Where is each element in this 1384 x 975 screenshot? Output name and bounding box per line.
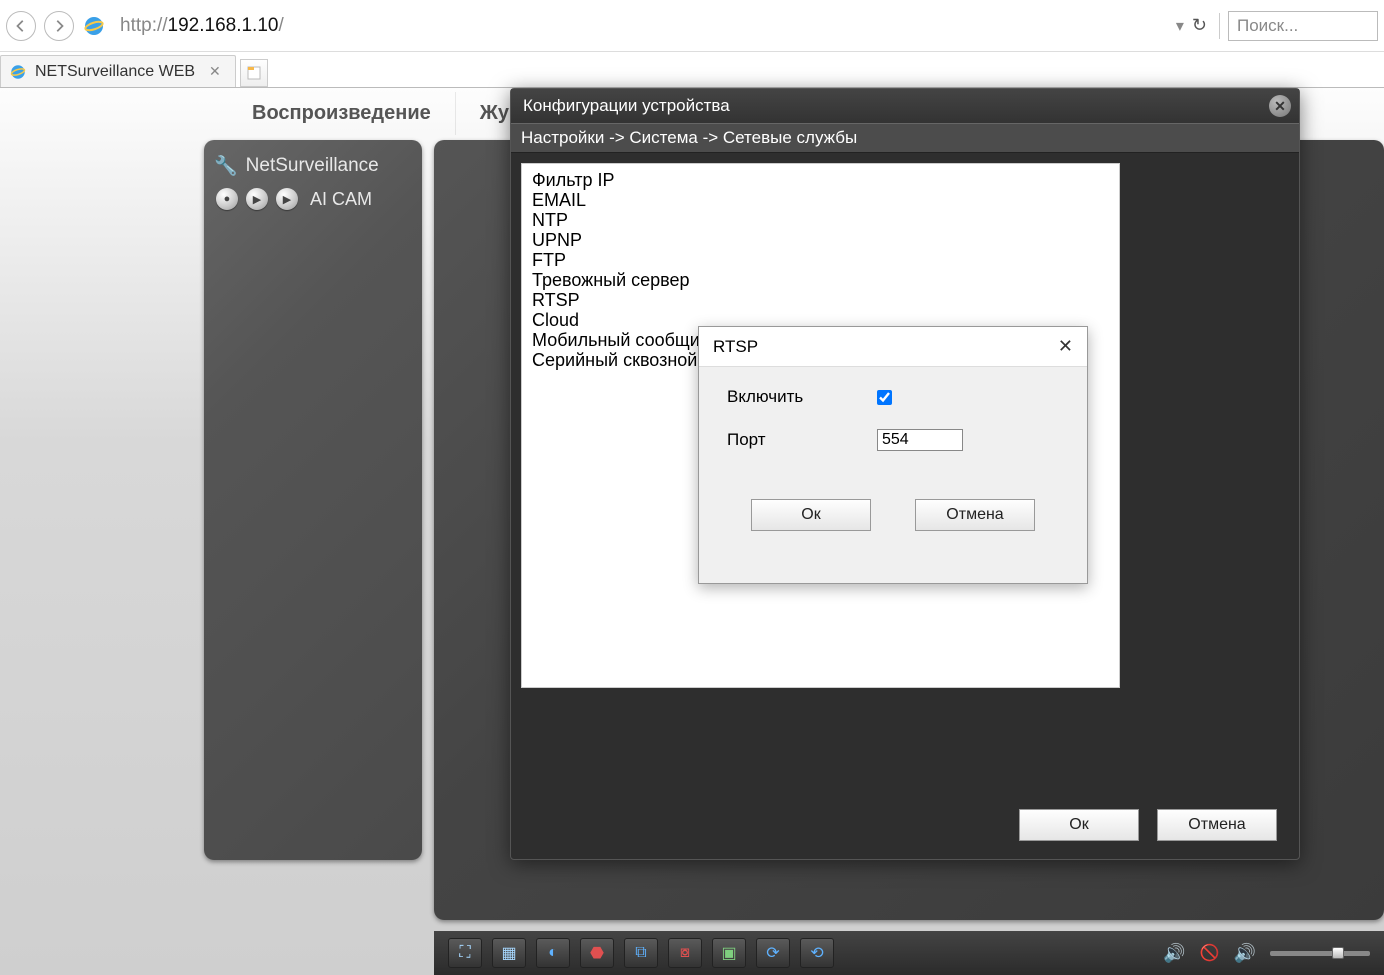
modal-titlebar[interactable]: Конфигурации устройства ✕ bbox=[511, 89, 1299, 123]
fullscreen-icon[interactable]: ⛶ bbox=[448, 938, 482, 968]
url-scheme: http:// bbox=[120, 15, 168, 37]
url-host: 192.168.1.10 bbox=[168, 15, 279, 37]
address-bar[interactable]: http://192.168.1.10/ bbox=[114, 11, 1168, 41]
ie-icon bbox=[82, 14, 106, 38]
service-item[interactable]: UPNP bbox=[532, 230, 1109, 250]
stop-tool-icon[interactable]: ⧇ bbox=[668, 938, 702, 968]
enable-checkbox[interactable] bbox=[877, 390, 892, 405]
camera-row[interactable]: ● ▶ ▶ AI CAM bbox=[216, 188, 412, 210]
service-item[interactable]: EMAIL bbox=[532, 190, 1109, 210]
sidebar-title: NetSurveillance bbox=[246, 155, 379, 177]
refresh-icon[interactable]: ↻ bbox=[1192, 15, 1207, 36]
play-icon[interactable]: ▶ bbox=[246, 188, 268, 210]
mute-icon[interactable]: 🚫 bbox=[1200, 943, 1220, 963]
service-item[interactable]: Тревожный сервер bbox=[532, 270, 1109, 290]
search-box[interactable]: Поиск... bbox=[1228, 11, 1378, 41]
tab-netsurveillance[interactable]: NETSurveillance WEB ✕ bbox=[0, 55, 236, 87]
camera-label: AI CAM bbox=[310, 189, 372, 210]
cancel-button[interactable]: Отмена bbox=[1157, 809, 1277, 841]
tab-title: NETSurveillance WEB bbox=[35, 63, 195, 81]
ie-icon bbox=[9, 63, 27, 81]
speaker-icon[interactable]: 🔊 bbox=[1163, 943, 1185, 964]
service-item[interactable]: FTP bbox=[532, 250, 1109, 270]
breadcrumb: Настройки -> Система -> Сетевые службы bbox=[511, 123, 1299, 153]
bottom-toolbar: ⛶ ▦ ◐ ⬣ ⧉ ⧇ ▣ ⟳ ⟲ 🔊 🚫 🔊 bbox=[434, 931, 1384, 975]
close-icon[interactable]: ✕ bbox=[1058, 336, 1073, 357]
enable-label: Включить bbox=[727, 387, 877, 407]
url-path: / bbox=[278, 15, 283, 37]
ok-button[interactable]: Ок bbox=[751, 499, 871, 531]
cancel-button[interactable]: Отмена bbox=[915, 499, 1035, 531]
new-tab-button[interactable] bbox=[240, 59, 268, 87]
device-icon: 🔧 bbox=[214, 154, 238, 178]
speaker2-icon[interactable]: 🔊 bbox=[1234, 943, 1256, 964]
close-icon[interactable]: ✕ bbox=[209, 63, 221, 80]
sidebar-panel: 🔧 NetSurveillance ● ▶ ▶ AI CAM bbox=[204, 140, 422, 860]
browser-nav-bar: http://192.168.1.10/ ▾ ↻ Поиск... bbox=[0, 0, 1384, 52]
play2-icon[interactable]: ▶ bbox=[276, 188, 298, 210]
playall-tool-icon[interactable]: ⟳ bbox=[756, 938, 790, 968]
record-tool-icon[interactable]: ⬣ bbox=[580, 938, 614, 968]
play-tool-icon[interactable]: ◐ bbox=[536, 938, 570, 968]
forward-button[interactable] bbox=[44, 11, 74, 41]
back-button[interactable] bbox=[6, 11, 36, 41]
port-input[interactable] bbox=[877, 429, 963, 451]
service-item[interactable]: NTP bbox=[532, 210, 1109, 230]
slider-thumb[interactable] bbox=[1332, 947, 1344, 959]
stopall-tool-icon[interactable]: ⟲ bbox=[800, 938, 834, 968]
tab-strip: NETSurveillance WEB ✕ bbox=[0, 52, 1384, 88]
service-item[interactable]: RTSP bbox=[532, 290, 1109, 310]
rtsp-titlebar[interactable]: RTSP ✕ bbox=[699, 327, 1087, 367]
dropdown-icon[interactable]: ▾ bbox=[1176, 16, 1184, 36]
ok-button[interactable]: Ок bbox=[1019, 809, 1139, 841]
grid-icon[interactable]: ▦ bbox=[492, 938, 526, 968]
close-icon[interactable]: ✕ bbox=[1269, 95, 1291, 117]
snapshot-tool-icon[interactable]: ⧉ bbox=[624, 938, 658, 968]
modal-title: Конфигурации устройства bbox=[523, 96, 730, 116]
rtsp-title: RTSP bbox=[713, 337, 758, 357]
picture-tool-icon[interactable]: ▣ bbox=[712, 938, 746, 968]
port-label: Порт bbox=[727, 430, 877, 450]
sidebar-title-row[interactable]: 🔧 NetSurveillance bbox=[214, 154, 412, 178]
menu-playback[interactable]: Воспроизведение bbox=[228, 92, 456, 135]
page-body: Воспроизведение Журнал 🔧 NetSurveillance… bbox=[0, 88, 1384, 975]
search-placeholder: Поиск... bbox=[1237, 16, 1298, 36]
rtsp-dialog: RTSP ✕ Включить Порт Ок Отмена bbox=[698, 326, 1088, 584]
record-icon[interactable]: ● bbox=[216, 188, 238, 210]
volume-slider[interactable] bbox=[1270, 951, 1370, 956]
service-item[interactable]: Фильтр IP bbox=[532, 170, 1109, 190]
